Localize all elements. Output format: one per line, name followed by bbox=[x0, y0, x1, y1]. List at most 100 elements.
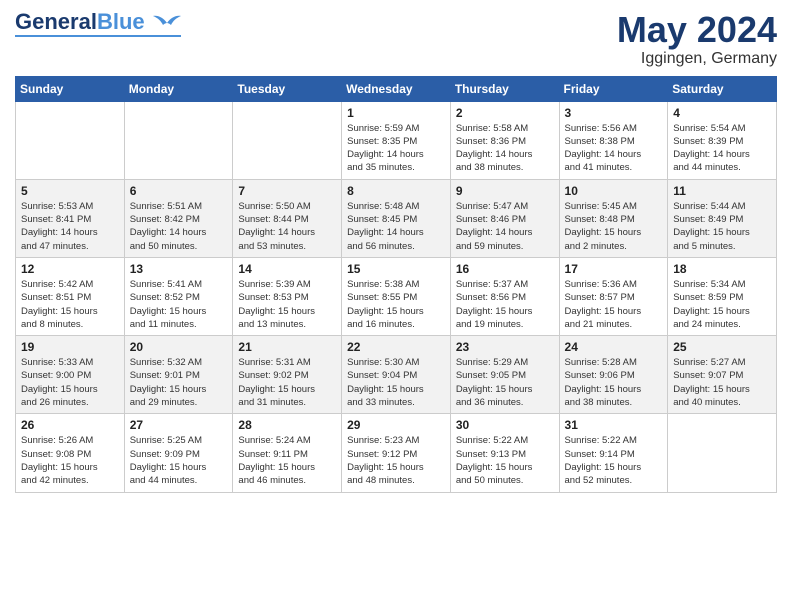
logo-bird-icon bbox=[153, 13, 181, 33]
day-number: 8 bbox=[347, 184, 445, 198]
location-title: Iggingen, Germany bbox=[617, 50, 777, 68]
calendar-cell: 7Sunrise: 5:50 AM Sunset: 8:44 PM Daylig… bbox=[233, 179, 342, 257]
calendar-cell: 19 Sunrise: 5:33 AM Sunset: 9:00 PM Dayli… bbox=[16, 336, 125, 414]
header-friday: Friday bbox=[559, 76, 668, 101]
calendar-cell: 10Sunrise: 5:45 AM Sunset: 8:48 PM Dayli… bbox=[559, 179, 668, 257]
calendar-cell: 11 Sunrise: 5:44 AM Sunset: 8:49 PM Dayli… bbox=[668, 179, 777, 257]
calendar-cell bbox=[124, 101, 233, 179]
day-number: 13 bbox=[130, 262, 228, 276]
day-number: 19 bbox=[21, 340, 119, 354]
calendar-cell: 9Sunrise: 5:47 AM Sunset: 8:46 PM Daylig… bbox=[450, 179, 559, 257]
day-info: Sunrise: 5:34 AM Sunset: 8:59 PM Dayligh… bbox=[673, 278, 771, 331]
day-info: Sunrise: 5:47 AM Sunset: 8:46 PM Dayligh… bbox=[456, 200, 554, 253]
day-number: 16 bbox=[456, 262, 554, 276]
day-number: 3 bbox=[565, 106, 663, 120]
calendar-cell: 30Sunrise: 5:22 AM Sunset: 9:13 PM Dayli… bbox=[450, 414, 559, 492]
calendar-cell: 14Sunrise: 5:39 AM Sunset: 8:53 PM Dayli… bbox=[233, 257, 342, 335]
day-info: Sunrise: 5:26 AM Sunset: 9:08 PM Dayligh… bbox=[21, 434, 119, 487]
calendar-cell: 5Sunrise: 5:53 AM Sunset: 8:41 PM Daylig… bbox=[16, 179, 125, 257]
logo-blue: Blue bbox=[97, 9, 145, 34]
day-info: Sunrise: 5:44 AM Sunset: 8:49 PM Dayligh… bbox=[673, 200, 771, 253]
day-number: 24 bbox=[565, 340, 663, 354]
header-sunday: Sunday bbox=[16, 76, 125, 101]
day-info: Sunrise: 5:36 AM Sunset: 8:57 PM Dayligh… bbox=[565, 278, 663, 331]
day-number: 27 bbox=[130, 418, 228, 432]
day-number: 11 bbox=[673, 184, 771, 198]
day-number: 18 bbox=[673, 262, 771, 276]
calendar-cell: 16 Sunrise: 5:37 AM Sunset: 8:56 PM Dayli… bbox=[450, 257, 559, 335]
day-info: Sunrise: 5:58 AM Sunset: 8:36 PM Dayligh… bbox=[456, 122, 554, 175]
day-info: Sunrise: 5:50 AM Sunset: 8:44 PM Dayligh… bbox=[238, 200, 336, 253]
calendar-cell bbox=[233, 101, 342, 179]
day-info: Sunrise: 5:59 AM Sunset: 8:35 PM Dayligh… bbox=[347, 122, 445, 175]
day-info: Sunrise: 5:32 AM Sunset: 9:01 PM Dayligh… bbox=[130, 356, 228, 409]
day-info: Sunrise: 5:51 AM Sunset: 8:42 PM Dayligh… bbox=[130, 200, 228, 253]
calendar-row-4: 19 Sunrise: 5:33 AM Sunset: 9:00 PM Dayli… bbox=[16, 336, 777, 414]
header-saturday: Saturday bbox=[668, 76, 777, 101]
day-info: Sunrise: 5:37 AM Sunset: 8:56 PM Dayligh… bbox=[456, 278, 554, 331]
header-wednesday: Wednesday bbox=[342, 76, 451, 101]
day-info: Sunrise: 5:30 AM Sunset: 9:04 PM Dayligh… bbox=[347, 356, 445, 409]
calendar-cell bbox=[668, 414, 777, 492]
day-info: Sunrise: 5:56 AM Sunset: 8:38 PM Dayligh… bbox=[565, 122, 663, 175]
header: GeneralBlue May 2024 Iggingen, Germany bbox=[15, 10, 777, 68]
day-number: 1 bbox=[347, 106, 445, 120]
calendar-cell: 25 Sunrise: 5:27 AM Sunset: 9:07 PM Dayli… bbox=[668, 336, 777, 414]
day-info: Sunrise: 5:23 AM Sunset: 9:12 PM Dayligh… bbox=[347, 434, 445, 487]
calendar-cell: 1 Sunrise: 5:59 AM Sunset: 8:35 PM Daylig… bbox=[342, 101, 451, 179]
day-number: 25 bbox=[673, 340, 771, 354]
day-number: 21 bbox=[238, 340, 336, 354]
day-info: Sunrise: 5:24 AM Sunset: 9:11 PM Dayligh… bbox=[238, 434, 336, 487]
day-info: Sunrise: 5:33 AM Sunset: 9:00 PM Dayligh… bbox=[21, 356, 119, 409]
logo-underline bbox=[15, 35, 181, 37]
calendar-row-2: 5Sunrise: 5:53 AM Sunset: 8:41 PM Daylig… bbox=[16, 179, 777, 257]
calendar-cell: 13 Sunrise: 5:41 AM Sunset: 8:52 PM Dayli… bbox=[124, 257, 233, 335]
day-number: 23 bbox=[456, 340, 554, 354]
day-number: 30 bbox=[456, 418, 554, 432]
calendar-cell: 15 Sunrise: 5:38 AM Sunset: 8:55 PM Dayli… bbox=[342, 257, 451, 335]
calendar-cell: 29Sunrise: 5:23 AM Sunset: 9:12 PM Dayli… bbox=[342, 414, 451, 492]
calendar-cell: 8Sunrise: 5:48 AM Sunset: 8:45 PM Daylig… bbox=[342, 179, 451, 257]
day-info: Sunrise: 5:27 AM Sunset: 9:07 PM Dayligh… bbox=[673, 356, 771, 409]
day-number: 22 bbox=[347, 340, 445, 354]
day-info: Sunrise: 5:28 AM Sunset: 9:06 PM Dayligh… bbox=[565, 356, 663, 409]
calendar-cell: 3 Sunrise: 5:56 AM Sunset: 8:38 PM Daylig… bbox=[559, 101, 668, 179]
day-number: 15 bbox=[347, 262, 445, 276]
day-number: 20 bbox=[130, 340, 228, 354]
header-tuesday: Tuesday bbox=[233, 76, 342, 101]
day-number: 26 bbox=[21, 418, 119, 432]
month-title: May 2024 bbox=[617, 10, 777, 50]
title-section: May 2024 Iggingen, Germany bbox=[617, 10, 777, 68]
day-number: 12 bbox=[21, 262, 119, 276]
day-number: 5 bbox=[21, 184, 119, 198]
day-info: Sunrise: 5:54 AM Sunset: 8:39 PM Dayligh… bbox=[673, 122, 771, 175]
day-number: 2 bbox=[456, 106, 554, 120]
page: GeneralBlue May 2024 Iggingen, Germany S… bbox=[0, 0, 792, 508]
calendar-cell: 28 Sunrise: 5:24 AM Sunset: 9:11 PM Dayli… bbox=[233, 414, 342, 492]
logo: GeneralBlue bbox=[15, 10, 181, 37]
day-info: Sunrise: 5:41 AM Sunset: 8:52 PM Dayligh… bbox=[130, 278, 228, 331]
calendar-row-5: 26 Sunrise: 5:26 AM Sunset: 9:08 PM Dayli… bbox=[16, 414, 777, 492]
calendar-cell: 26 Sunrise: 5:26 AM Sunset: 9:08 PM Dayli… bbox=[16, 414, 125, 492]
calendar-cell: 2 Sunrise: 5:58 AM Sunset: 8:36 PM Daylig… bbox=[450, 101, 559, 179]
calendar-cell: 17Sunrise: 5:36 AM Sunset: 8:57 PM Dayli… bbox=[559, 257, 668, 335]
calendar-cell bbox=[16, 101, 125, 179]
calendar-cell: 21Sunrise: 5:31 AM Sunset: 9:02 PM Dayli… bbox=[233, 336, 342, 414]
calendar-cell: 23Sunrise: 5:29 AM Sunset: 9:05 PM Dayli… bbox=[450, 336, 559, 414]
calendar-row-3: 12 Sunrise: 5:42 AM Sunset: 8:51 PM Dayli… bbox=[16, 257, 777, 335]
day-number: 4 bbox=[673, 106, 771, 120]
calendar-cell: 24 Sunrise: 5:28 AM Sunset: 9:06 PM Dayli… bbox=[559, 336, 668, 414]
calendar: Sunday Monday Tuesday Wednesday Thursday… bbox=[15, 76, 777, 493]
day-info: Sunrise: 5:39 AM Sunset: 8:53 PM Dayligh… bbox=[238, 278, 336, 331]
day-number: 28 bbox=[238, 418, 336, 432]
day-number: 10 bbox=[565, 184, 663, 198]
day-info: Sunrise: 5:38 AM Sunset: 8:55 PM Dayligh… bbox=[347, 278, 445, 331]
day-info: Sunrise: 5:42 AM Sunset: 8:51 PM Dayligh… bbox=[21, 278, 119, 331]
day-info: Sunrise: 5:25 AM Sunset: 9:09 PM Dayligh… bbox=[130, 434, 228, 487]
calendar-cell: 22 Sunrise: 5:30 AM Sunset: 9:04 PM Dayli… bbox=[342, 336, 451, 414]
calendar-cell: 12 Sunrise: 5:42 AM Sunset: 8:51 PM Dayli… bbox=[16, 257, 125, 335]
calendar-cell: 18 Sunrise: 5:34 AM Sunset: 8:59 PM Dayli… bbox=[668, 257, 777, 335]
calendar-cell: 20 Sunrise: 5:32 AM Sunset: 9:01 PM Dayli… bbox=[124, 336, 233, 414]
day-number: 6 bbox=[130, 184, 228, 198]
day-number: 31 bbox=[565, 418, 663, 432]
